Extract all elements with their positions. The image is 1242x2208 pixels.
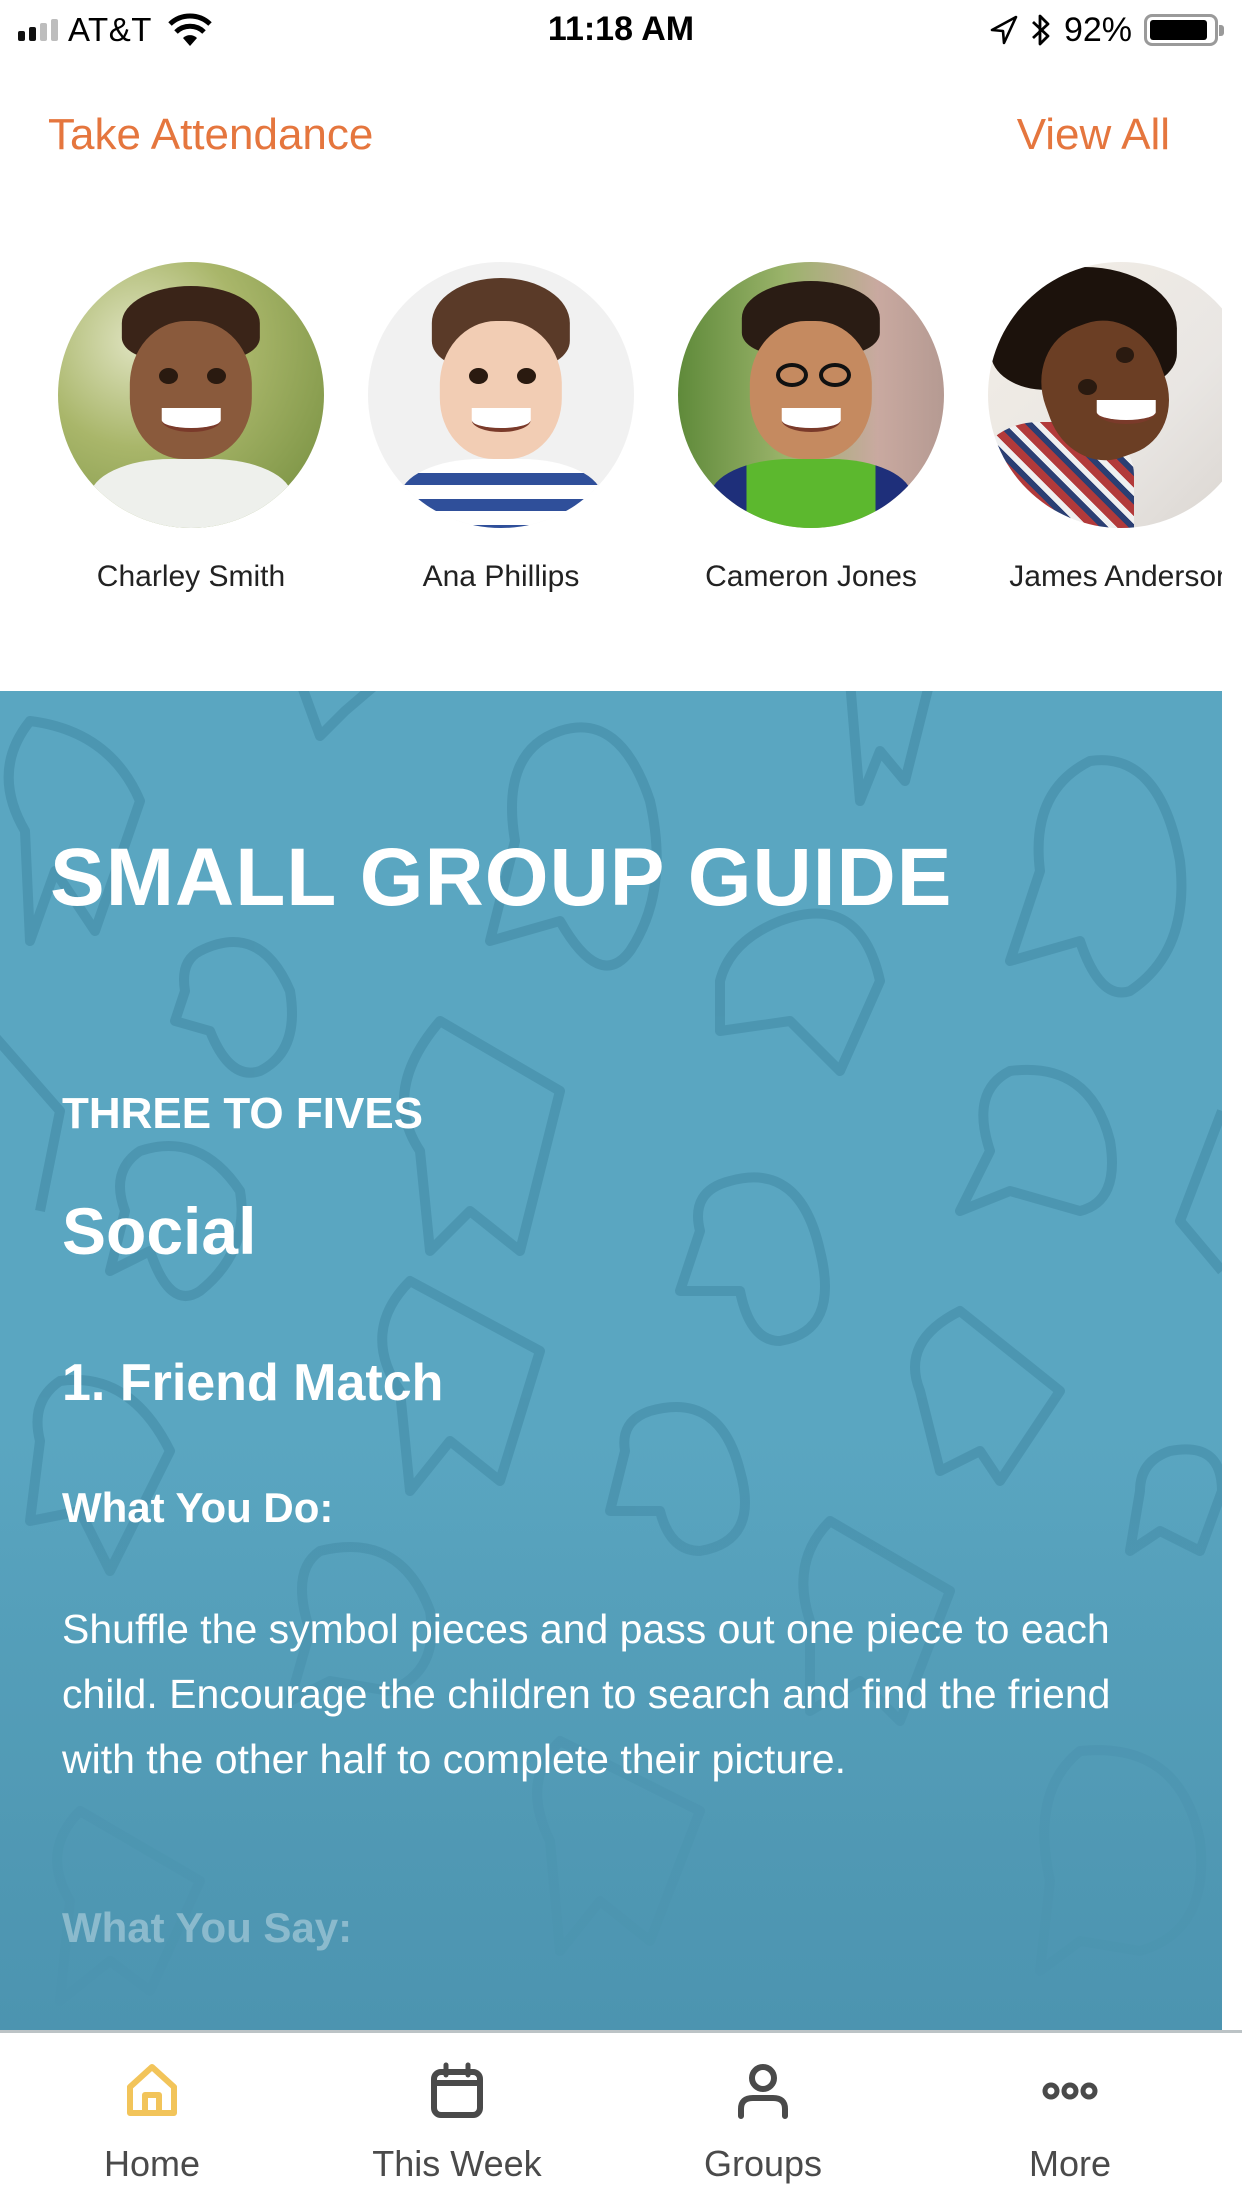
child-name: James Anderson [1009, 560, 1222, 593]
location-arrow-icon [990, 15, 1018, 45]
child-avatar [368, 262, 634, 528]
child-avatar [58, 262, 324, 528]
what-you-do-heading: What You Do: [62, 1484, 334, 1531]
tab-label: More [1028, 2143, 1112, 2184]
speech-bubble-icon [675, 1172, 830, 1346]
child-card[interactable]: Charley Smith [41, 262, 341, 594]
speech-bubble-icon [298, 691, 377, 741]
tab-groups[interactable]: Groups [633, 2033, 893, 2208]
activity-title: 1. Friend Match [62, 1354, 444, 1412]
tab-this-week[interactable]: This Week [327, 2033, 587, 2208]
status-right: 92% [990, 10, 1224, 50]
child-avatar [988, 262, 1222, 528]
speech-bubble-icon [1005, 755, 1187, 998]
take-attendance-title[interactable]: Take Attendance [48, 110, 373, 160]
child-name: Charley Smith [96, 560, 286, 593]
battery-percent: 92% [1063, 10, 1132, 49]
children-carousel[interactable]: Charley Smith Ana Phillips Cameron Jones [0, 262, 1222, 602]
attendance-header: Take Attendance View All [0, 100, 1222, 180]
right-edge [1222, 60, 1242, 2030]
tab-bar: Home This Week Groups More [0, 2030, 1242, 2208]
tab-label: Groups [703, 2143, 823, 2184]
battery-icon [1144, 14, 1224, 46]
child-card[interactable]: Ana Phillips [351, 262, 651, 594]
battery-fill [1150, 20, 1208, 40]
home-icon [127, 2064, 177, 2116]
tab-more[interactable]: More [940, 2033, 1200, 2208]
calendar-icon [431, 2062, 483, 2118]
speech-bubble-icon [715, 908, 885, 1076]
category-heading: Social [62, 1194, 257, 1268]
speech-bubble-icon [1175, 1109, 1222, 1275]
bluetooth-icon [1031, 14, 1050, 46]
more-dots-icon [1042, 2082, 1098, 2100]
what-you-do-text: Shuffle the symbol pieces and pass out o… [62, 1606, 1111, 1782]
speech-bubble-icon [1125, 1444, 1222, 1556]
tab-home[interactable]: Home [22, 2033, 282, 2208]
person-icon [738, 2064, 788, 2119]
view-all-link[interactable]: View All [1017, 110, 1170, 160]
child-avatar [678, 262, 944, 528]
small-group-guide[interactable]: SMALL GROUP GUIDE THREE TO FIVES Social … [0, 691, 1222, 2030]
child-name: Cameron Jones [705, 560, 917, 593]
speech-bubble-icon [170, 937, 297, 1078]
child-name: Ana Phillips [422, 560, 580, 593]
speech-bubble-icon [845, 691, 933, 806]
what-you-say-heading: What You Say: [62, 1904, 353, 1951]
tab-label: This Week [372, 2143, 542, 2184]
speech-bubble-icon [910, 1306, 1065, 1486]
child-card[interactable]: Cameron Jones [661, 262, 961, 594]
age-group-label: THREE TO FIVES [62, 1089, 424, 1138]
guide-title: SMALL GROUP GUIDE [50, 832, 953, 923]
child-card[interactable]: James Anderson [971, 262, 1222, 594]
tab-label: Home [103, 2143, 201, 2184]
speech-bubble-icon [0, 1034, 65, 1212]
status-bar: AT&T 11:18 AM 92% [0, 0, 1242, 60]
speech-bubble-icon [399, 1016, 565, 1256]
speech-bubble-icon [955, 1064, 1117, 1216]
speech-bubble-icon [605, 1402, 750, 1556]
